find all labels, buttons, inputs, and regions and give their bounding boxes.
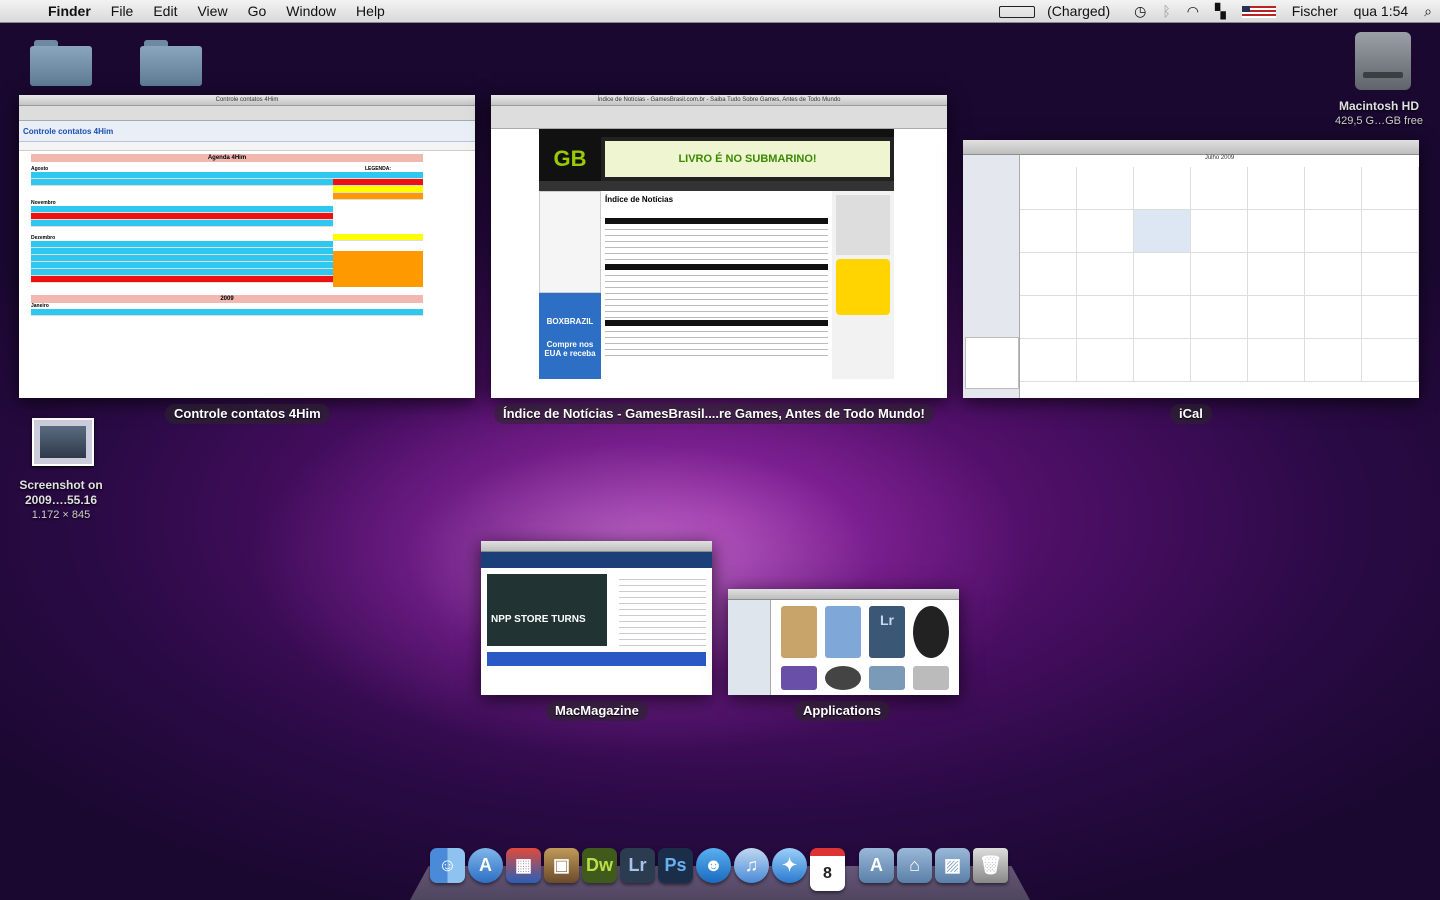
app-icon[interactable]	[913, 666, 949, 690]
sheet-year: 2009	[31, 295, 423, 303]
window-title: Índice de Notícias - GamesBrasil.com.br …	[491, 95, 947, 106]
docs-title: Controle contatos 4Him	[23, 127, 114, 136]
sheet-heading: Agenda 4Him	[31, 154, 423, 162]
iphoto-icon[interactable]: ▣	[544, 848, 579, 883]
app-store-icon[interactable]: A	[468, 848, 503, 883]
window-thumbnail-spreadsheet[interactable]: Controle contatos 4Him Controle contatos…	[19, 95, 475, 398]
gb-logo: GB	[539, 137, 601, 181]
app-icon[interactable]	[781, 666, 817, 690]
screenshot-file-icon[interactable]	[32, 418, 94, 466]
news-heading: Índice de Notícias	[605, 195, 674, 204]
menu-file[interactable]: File	[101, 3, 144, 19]
user-menu[interactable]: Fischer	[1284, 3, 1346, 19]
ical-month-grid	[1020, 167, 1419, 382]
window-thumbnail-ical[interactable]: Julho 2009	[963, 140, 1419, 398]
window-label-gamesbrasil[interactable]: Índice de Notícias - GamesBrasil....re G…	[494, 404, 934, 424]
ical-icon[interactable]: 8	[810, 848, 845, 891]
hard-drive-icon[interactable]	[1355, 32, 1411, 90]
photoshop-icon[interactable]: Ps	[658, 848, 693, 883]
banner-ad[interactable]: LIVRO É NO SUBMARINO!	[605, 141, 890, 177]
window-label-macmagazine[interactable]: MacMagazine	[546, 701, 648, 721]
dreamweaver-icon[interactable]: Dw	[582, 848, 617, 883]
menu-help[interactable]: Help	[346, 3, 395, 19]
time-machine-icon[interactable]: ◷	[1126, 3, 1154, 20]
lightroom-app-icon[interactable]: Lr	[869, 606, 905, 658]
menu-view[interactable]: View	[187, 3, 237, 19]
window-thumbnail-applications[interactable]: Lr	[728, 589, 959, 695]
dock: ☺ A ▦ ▣ Dw Lr Ps ☻ ♫ ✦ 8 A ⌂ ▨ 🗑	[430, 848, 1008, 891]
clock[interactable]: qua 1:54	[1346, 3, 1417, 19]
window-thumbnail-macmagazine[interactable]: NPP STORE TURNS	[481, 541, 712, 695]
menu-window[interactable]: Window	[276, 3, 346, 19]
itunes-icon[interactable]: ♫	[734, 848, 769, 883]
dashboard-icon[interactable]: ▦	[506, 848, 541, 883]
hard-drive-label[interactable]: Macintosh HD 429,5 G…GB free	[1318, 99, 1440, 129]
input-menu-icon[interactable]: ▚	[1207, 3, 1234, 20]
trash-icon[interactable]: 🗑	[973, 848, 1008, 883]
docs-header: Controle contatos 4Him	[19, 121, 475, 142]
app-icon[interactable]	[825, 606, 861, 658]
desktop-folder-icon[interactable]	[140, 38, 202, 86]
battery-status[interactable]: (Charged)	[991, 3, 1126, 19]
spotlight-icon[interactable]: ⌕	[1416, 3, 1440, 20]
ichat-icon[interactable]: ☻	[696, 848, 731, 883]
app-icon[interactable]	[869, 666, 905, 690]
window-title: Controle contatos 4Him	[19, 95, 475, 106]
app-icon[interactable]	[781, 606, 817, 658]
lightroom-icon[interactable]: Lr	[620, 848, 655, 883]
menu-go[interactable]: Go	[238, 3, 277, 19]
desktop-folder-icon[interactable]	[30, 38, 92, 86]
ical-month: Julho 2009	[1204, 155, 1235, 161]
flag-icon[interactable]	[1234, 3, 1284, 19]
pictures-folder-icon[interactable]: ▨	[935, 848, 970, 883]
window-label-spreadsheet[interactable]: Controle contatos 4Him	[165, 404, 330, 424]
safari-icon[interactable]: ✦	[772, 848, 807, 883]
battery-icon	[999, 6, 1036, 19]
menu-app-finder[interactable]: Finder	[38, 3, 101, 19]
finder-icon[interactable]: ☺	[430, 848, 465, 883]
window-thumbnail-gamesbrasil[interactable]: Índice de Notícias - GamesBrasil.com.br …	[491, 95, 947, 398]
menu-edit[interactable]: Edit	[143, 3, 187, 19]
side-ad[interactable]: BOXBRAZIL Compre nos EUA e receba	[539, 293, 601, 379]
app-icon[interactable]	[913, 606, 949, 658]
window-label-applications[interactable]: Applications	[794, 701, 891, 721]
applications-folder-icon[interactable]: A	[859, 848, 894, 883]
menu-bar: Finder File Edit View Go Window Help (Ch…	[0, 0, 1440, 23]
screenshot-file-label[interactable]: Screenshot on 2009….55.16 1.172 × 845	[10, 478, 112, 523]
wifi-icon[interactable]: ◠	[1179, 3, 1207, 20]
bluetooth-icon[interactable]: ᛒ	[1154, 3, 1178, 19]
home-folder-icon[interactable]: ⌂	[897, 848, 932, 883]
app-icon[interactable]	[825, 666, 861, 690]
window-label-ical[interactable]: iCal	[1170, 404, 1212, 424]
promo-banner[interactable]: NPP STORE TURNS	[487, 574, 607, 646]
